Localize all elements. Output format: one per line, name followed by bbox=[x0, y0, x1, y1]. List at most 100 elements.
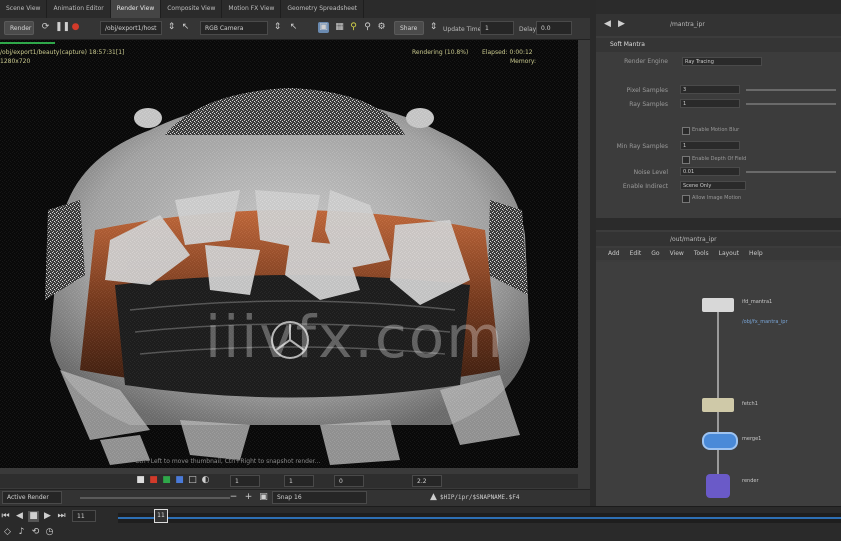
gamma-field[interactable]: 2.2 bbox=[412, 475, 442, 487]
blue-channel-icon[interactable]: ■ bbox=[174, 475, 185, 486]
node-sub-path: /obj/fx_mantra_ipr bbox=[742, 319, 788, 325]
update-time-label: Update Time bbox=[443, 26, 482, 33]
toggle-icon[interactable]: ■ bbox=[135, 475, 146, 486]
pixel-samples-field[interactable]: 3 bbox=[680, 85, 740, 94]
noise-level-field[interactable]: 0.01 bbox=[680, 167, 740, 176]
node-render[interactable] bbox=[706, 474, 730, 498]
snap-count-field[interactable]: Snap 16 bbox=[272, 491, 367, 504]
image-motion-checkbox[interactable] bbox=[682, 195, 690, 203]
jump-end-icon[interactable]: ⏭ bbox=[56, 511, 67, 522]
indirect-select[interactable]: Scene Only bbox=[680, 181, 746, 190]
red-channel-icon[interactable]: ■ bbox=[148, 475, 159, 486]
network-menu-bar: Add Edit Go View Tools Layout Help bbox=[596, 248, 841, 260]
render-button[interactable]: Render bbox=[4, 21, 34, 35]
jump-start-icon[interactable]: ⏮ bbox=[0, 511, 11, 522]
current-frame-field[interactable]: 11 bbox=[72, 510, 96, 522]
pointer-icon[interactable]: ↖ bbox=[180, 22, 191, 33]
frame-marker[interactable]: 11 bbox=[154, 509, 168, 523]
ray-samples-slider[interactable] bbox=[746, 103, 836, 105]
node-merge[interactable] bbox=[702, 432, 738, 450]
node-name: render bbox=[742, 478, 759, 484]
share-button[interactable]: Share bbox=[394, 21, 424, 35]
keyframe-icon[interactable]: ◇ bbox=[2, 527, 13, 538]
snapshot-path-text: $HIP/ipr/$SNAPNAME.$F4 bbox=[440, 494, 520, 501]
timeline-range-bar bbox=[118, 517, 841, 519]
param-path-label[interactable]: /mantra_ipr bbox=[670, 21, 705, 28]
elapsed-time-text: Elapsed: 0:00:12 bbox=[482, 49, 533, 56]
snapshot-icon[interactable]: ▣ bbox=[258, 492, 269, 503]
param-label: Enable Indirect bbox=[622, 183, 668, 190]
snapshot-slider[interactable] bbox=[80, 497, 230, 499]
tab-composite-view[interactable]: Composite View bbox=[161, 0, 223, 18]
update-time-field[interactable]: 1 bbox=[480, 21, 514, 35]
param-path-bar: ◀ ▶ /mantra_ipr bbox=[596, 14, 841, 36]
colorspace-select[interactable]: RGB Camera bbox=[200, 21, 268, 35]
frame-field[interactable]: 1 bbox=[230, 475, 260, 487]
snapshot-pointer-icon[interactable]: ↖ bbox=[288, 22, 299, 33]
menu-tools[interactable]: Tools bbox=[694, 248, 709, 260]
minus-icon[interactable]: − bbox=[228, 492, 239, 503]
depth-of-field-checkbox[interactable] bbox=[682, 156, 690, 164]
play-icon[interactable]: ▶ bbox=[42, 511, 53, 522]
delay-field[interactable]: 0.0 bbox=[536, 21, 572, 35]
tab-animation-editor[interactable]: Animation Editor bbox=[47, 0, 111, 18]
green-channel-icon[interactable]: ■ bbox=[161, 475, 172, 486]
noise-level-slider[interactable] bbox=[746, 171, 836, 173]
refresh-icon[interactable]: ⟳ bbox=[40, 22, 51, 33]
light-icon[interactable]: ⚲ bbox=[348, 22, 359, 33]
network-path-bar: /out/mantra_ipr bbox=[596, 232, 841, 246]
loop-icon[interactable]: ⟲ bbox=[30, 527, 41, 538]
tab-motion-fx-view[interactable]: Motion FX View bbox=[222, 0, 282, 18]
menu-go[interactable]: Go bbox=[651, 248, 659, 260]
snapshot-bar: Active Render − + ▣ Snap 16 ▲ $HIP/ipr/$… bbox=[0, 489, 590, 506]
save-icon[interactable]: ▲ bbox=[428, 492, 439, 503]
back-icon[interactable]: ◀ bbox=[602, 19, 613, 30]
timeline-bar: ⏮ ◀ ■ ▶ ⏭ 11 11 ◇ ♪ ⟲ ◷ bbox=[0, 506, 841, 541]
forward-icon[interactable]: ▶ bbox=[616, 19, 627, 30]
region-select-icon[interactable]: ▣ bbox=[318, 22, 329, 33]
stop-playback-icon[interactable]: ■ bbox=[28, 511, 39, 522]
node-wire bbox=[717, 312, 719, 482]
colorspace-menu-icon[interactable]: ⇕ bbox=[272, 22, 283, 33]
render-engine-select[interactable]: Ray Tracing bbox=[682, 57, 762, 66]
render-toolbar: Render ⟳ ❚❚ ● /obj/export1/host ⇕ ↖ RGB … bbox=[0, 18, 590, 40]
realtime-icon[interactable]: ◷ bbox=[44, 527, 55, 538]
network-path-label[interactable]: /out/mantra_ipr bbox=[670, 236, 717, 243]
tab-scene-view[interactable]: Scene View bbox=[0, 0, 48, 18]
render-region-icon[interactable]: ▦ bbox=[334, 22, 345, 33]
step-back-icon[interactable]: ◀ bbox=[14, 511, 25, 522]
parameter-network-panel: ◀ ▶ /mantra_ipr Soft Mantra Render Engin… bbox=[596, 0, 841, 506]
share-menu-icon[interactable]: ⇕ bbox=[428, 22, 439, 33]
active-render-select[interactable]: Active Render bbox=[2, 491, 62, 504]
pause-icon[interactable]: ❚❚ bbox=[55, 22, 70, 33]
settings-icon[interactable]: ⚙ bbox=[376, 22, 387, 33]
sample-field[interactable]: 1 bbox=[284, 475, 314, 487]
tab-render-view[interactable]: Render View bbox=[110, 0, 162, 18]
menu-view[interactable]: View bbox=[670, 248, 684, 260]
zoom-icon[interactable]: ⚲ bbox=[362, 22, 373, 33]
param-label: Noise Level bbox=[633, 169, 668, 176]
menu-layout[interactable]: Layout bbox=[719, 248, 739, 260]
node-name: ifd_mantra1 bbox=[742, 299, 773, 305]
audio-icon[interactable]: ♪ bbox=[16, 527, 27, 538]
camera-path-field[interactable]: /obj/export1/host bbox=[100, 21, 162, 35]
stop-icon[interactable]: ● bbox=[70, 22, 81, 33]
alpha-channel-icon[interactable]: □ bbox=[187, 475, 198, 486]
camera-menu-icon[interactable]: ⇕ bbox=[166, 22, 177, 33]
checkbox-label: Allow Image Motion bbox=[692, 195, 742, 201]
pixel-samples-slider[interactable] bbox=[746, 89, 836, 91]
node-header: Soft Mantra bbox=[596, 38, 841, 52]
tab-geometry-spreadsheet[interactable]: Geometry Spreadsheet bbox=[281, 0, 364, 18]
luma-icon[interactable]: ◐ bbox=[200, 475, 211, 486]
exposure-field[interactable]: 0 bbox=[334, 475, 364, 487]
plus-icon[interactable]: + bbox=[243, 492, 254, 503]
node-ifd-mantra[interactable] bbox=[702, 298, 734, 312]
ray-samples-field[interactable]: 1 bbox=[680, 99, 740, 108]
node-fetch[interactable] bbox=[702, 398, 734, 412]
min-ray-samples-field[interactable]: 1 bbox=[680, 141, 740, 150]
menu-add[interactable]: Add bbox=[608, 248, 620, 260]
motion-blur-checkbox[interactable] bbox=[682, 127, 690, 135]
menu-help[interactable]: Help bbox=[749, 248, 763, 260]
menu-edit[interactable]: Edit bbox=[630, 248, 642, 260]
render-viewport[interactable] bbox=[0, 40, 578, 468]
